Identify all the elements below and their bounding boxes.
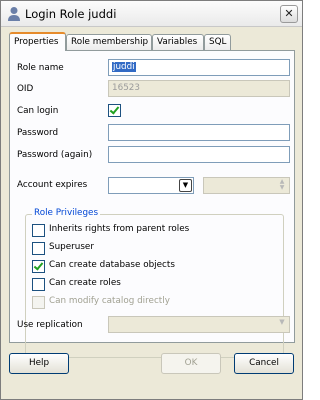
tab-role-membership[interactable]: Role membership	[66, 34, 152, 50]
password-again-label: Password (again)	[17, 150, 93, 160]
can-login-label: Can login	[17, 106, 59, 116]
modify-catalog-label: Can modify catalog directly	[49, 296, 170, 306]
help-button[interactable]: Help	[9, 353, 69, 374]
oid-label: OID	[17, 84, 34, 94]
create-roles-checkbox[interactable]	[32, 278, 45, 291]
properties-panel: Role name juddi OID 16523 Can login Pass…	[9, 50, 295, 358]
role-name-value: juddi	[112, 62, 136, 72]
create-db-objects-checkbox[interactable]	[32, 260, 45, 273]
ok-button: OK	[161, 353, 221, 374]
login-role-dialog: Login Role juddi ✕ Properties Role membe…	[0, 0, 303, 400]
superuser-checkbox[interactable]	[32, 242, 45, 255]
role-name-label: Role name	[17, 63, 64, 73]
time-spinner: ▲ ▼	[276, 179, 288, 192]
check-icon	[33, 260, 44, 271]
oid-field: 16523	[108, 80, 290, 97]
account-expires-time: ▲ ▼	[203, 177, 290, 194]
password-label: Password	[17, 128, 59, 138]
superuser-label[interactable]: Superuser	[49, 242, 94, 252]
close-button[interactable]: ✕	[280, 5, 298, 23]
check-icon	[109, 104, 120, 115]
tab-variables[interactable]: Variables	[152, 34, 204, 50]
can-login-checkbox[interactable]	[108, 104, 121, 117]
create-db-objects-label[interactable]: Can create database objects	[49, 260, 175, 270]
use-replication-label: Use replication	[17, 320, 83, 330]
title-bar[interactable]: Login Role juddi ✕	[1, 1, 302, 27]
create-roles-label[interactable]: Can create roles	[49, 278, 121, 288]
window-title: Login Role juddi	[25, 7, 117, 21]
role-privileges-legend: Role Privileges	[32, 208, 101, 218]
spin-down-icon: ▼	[279, 184, 285, 191]
chevron-down-icon: ▼	[182, 181, 189, 189]
close-icon: ✕	[284, 7, 294, 20]
inherits-rights-checkbox[interactable]	[32, 224, 45, 237]
account-expires-date[interactable]: ▼	[108, 177, 194, 194]
password-again-input[interactable]	[108, 146, 290, 163]
date-dropdown-button[interactable]: ▼	[179, 179, 192, 192]
tab-properties[interactable]: Properties	[9, 32, 66, 51]
chevron-down-icon: ▼	[279, 318, 285, 326]
account-expires-label: Account expires	[17, 180, 88, 190]
user-icon	[8, 7, 20, 21]
inherits-rights-label[interactable]: Inherits rights from parent roles	[49, 224, 189, 234]
role-name-input[interactable]: juddi	[108, 59, 290, 76]
tab-sql[interactable]: SQL	[204, 34, 231, 50]
password-input[interactable]	[108, 124, 290, 141]
cancel-button[interactable]: Cancel	[234, 353, 294, 374]
use-replication-select: ▼	[108, 316, 290, 333]
modify-catalog-checkbox	[32, 296, 45, 309]
role-privileges-group: Role Privileges Inherits rights from par…	[25, 208, 284, 358]
